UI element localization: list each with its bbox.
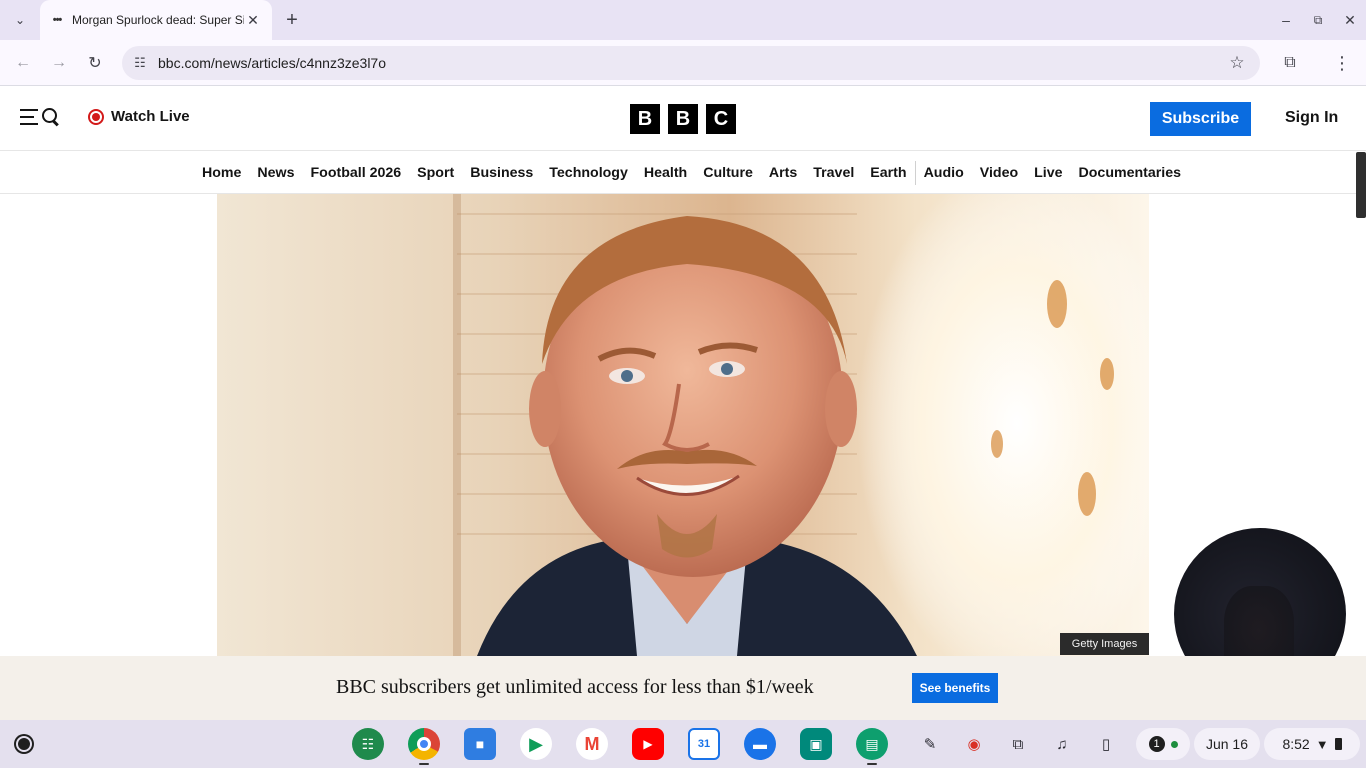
screen: ⌄ ••• Morgan Spurlock dead: Super Size M… [0, 0, 1366, 768]
live-icon [88, 108, 104, 125]
launcher-icon[interactable] [12, 732, 36, 756]
wifi-icon: ▼ [1315, 736, 1329, 752]
screen-record-icon[interactable]: ◉ [962, 732, 986, 756]
nav-item-business[interactable]: Business [462, 165, 541, 181]
logo-letter: B [668, 104, 698, 134]
notification-count: 1 [1148, 736, 1165, 752]
files-icon[interactable]: ■ [464, 728, 496, 760]
nav-item-football[interactable]: Football 2026 [302, 165, 409, 181]
messages-icon[interactable]: ▬ [744, 728, 776, 760]
nav-item-travel[interactable]: Travel [805, 165, 862, 181]
search-icon [40, 107, 60, 127]
url-text[interactable]: bbc.com/news/articles/c4nnz3ze3l7o [158, 55, 386, 71]
subscribe-button[interactable]: Subscribe [1150, 102, 1251, 136]
chrome-running-indicator [419, 763, 429, 765]
back-icon[interactable]: ← [10, 50, 36, 76]
nav-item-live[interactable]: Live [1026, 165, 1070, 181]
nav-item-home[interactable]: Home [194, 165, 249, 181]
status-dot-icon [1170, 740, 1178, 748]
chrome-icon[interactable] [408, 728, 440, 760]
clipboard-icon[interactable]: ⧉ [1006, 732, 1030, 756]
youtube-icon[interactable]: ▶ [632, 728, 664, 760]
nav-item-arts[interactable]: Arts [761, 165, 805, 181]
bbc-logo[interactable]: B B C [630, 104, 736, 134]
reload-icon[interactable]: ↻ [82, 50, 108, 76]
nav-item-technology[interactable]: Technology [541, 165, 636, 181]
battery-icon [1334, 738, 1342, 750]
nav-item-earth[interactable]: Earth [862, 165, 914, 181]
nav-item-audio[interactable]: Audio [916, 165, 972, 181]
main-nav: Home News Football 2026 Sport Business T… [0, 152, 1366, 194]
nav-item-news[interactable]: News [249, 165, 302, 181]
address-bar[interactable]: ☷ bbc.com/news/articles/c4nnz3ze3l7o ☆ [122, 46, 1260, 80]
app-launcher-apps-icon[interactable]: ☷ [352, 728, 384, 760]
date-label: Jun 16 [1205, 736, 1249, 752]
forward-icon[interactable]: → [46, 50, 72, 76]
classroom-running-indicator [867, 763, 877, 765]
logo-letter: B [630, 104, 660, 134]
bbc-favicon-icon: ••• [52, 14, 63, 26]
close-tab-icon[interactable]: ✕ [244, 11, 262, 29]
restore-icon[interactable]: ⧉ [1306, 8, 1330, 32]
more-menu-icon[interactable]: ⋮ [1329, 50, 1355, 76]
menu-icon [20, 109, 38, 125]
gmail-icon[interactable]: M [576, 728, 608, 760]
clock-label: 8:52 [1282, 736, 1310, 752]
play-store-icon[interactable]: ▶ [520, 728, 552, 760]
watch-live-link[interactable]: Watch Live [88, 108, 190, 125]
image-credit: Getty Images [1060, 633, 1149, 655]
browser-toolbar: ← → ↻ ☷ bbc.com/news/articles/c4nnz3ze3l… [0, 40, 1366, 86]
phone-hub-icon[interactable]: ▯ [1094, 732, 1118, 756]
status-area[interactable]: 8:52 ▼ [1264, 728, 1360, 760]
browser-tab[interactable]: ••• Morgan Spurlock dead: Super Size Me … [40, 0, 272, 40]
nav-item-health[interactable]: Health [636, 165, 695, 181]
nav-item-culture[interactable]: Culture [695, 165, 761, 181]
nav-item-video[interactable]: Video [972, 165, 1026, 181]
nav-item-sport[interactable]: Sport [409, 165, 462, 181]
classroom-icon[interactable]: ▤ [856, 728, 888, 760]
tab-strip: ⌄ ••• Morgan Spurlock dead: Super Size M… [0, 0, 1366, 40]
portrait-photo [217, 194, 1149, 656]
close-window-icon[interactable]: ✕ [1338, 8, 1362, 32]
logo-letter: C [706, 104, 736, 134]
bookmark-star-icon[interactable]: ☆ [1226, 52, 1248, 74]
watch-live-label: Watch Live [111, 108, 190, 125]
sign-in-link[interactable]: Sign In [1285, 109, 1338, 127]
pen-icon[interactable]: ✎ [918, 732, 942, 756]
banner-text: BBC subscribers get unlimited access for… [336, 676, 814, 698]
menu-search-button[interactable] [20, 107, 60, 127]
date-tray[interactable]: Jun 16 [1194, 728, 1260, 760]
meet-icon[interactable]: ▣ [800, 728, 832, 760]
os-shelf: ☷ ■ ▶ M ▶ 31 ▬ ▣ ▤ ✎ ◉ ⧉ ♫ ▯ 1 Jun 16 8:… [0, 720, 1366, 768]
see-benefits-button[interactable]: See benefits [912, 673, 998, 703]
minimize-icon[interactable]: – [1274, 8, 1298, 32]
page-scrollbar[interactable] [1356, 152, 1366, 218]
extensions-icon[interactable]: ⧉ [1277, 50, 1303, 76]
calendar-icon[interactable]: 31 [688, 728, 720, 760]
bbc-header: Watch Live B B C Subscribe Sign In [0, 87, 1366, 151]
subscriber-banner: BBC subscribers get unlimited access for… [0, 656, 1366, 720]
nav-item-documentaries[interactable]: Documentaries [1071, 165, 1190, 181]
article-hero-image: Getty Images [217, 194, 1149, 656]
tab-title: Morgan Spurlock dead: Super Size Me dire… [72, 13, 244, 27]
tab-search-dropdown-icon[interactable]: ⌄ [8, 8, 32, 32]
notification-tray[interactable]: 1 [1136, 728, 1190, 760]
new-tab-icon[interactable]: + [280, 8, 304, 32]
site-info-icon[interactable]: ☷ [130, 53, 150, 73]
media-controls-icon[interactable]: ♫ [1050, 732, 1074, 756]
